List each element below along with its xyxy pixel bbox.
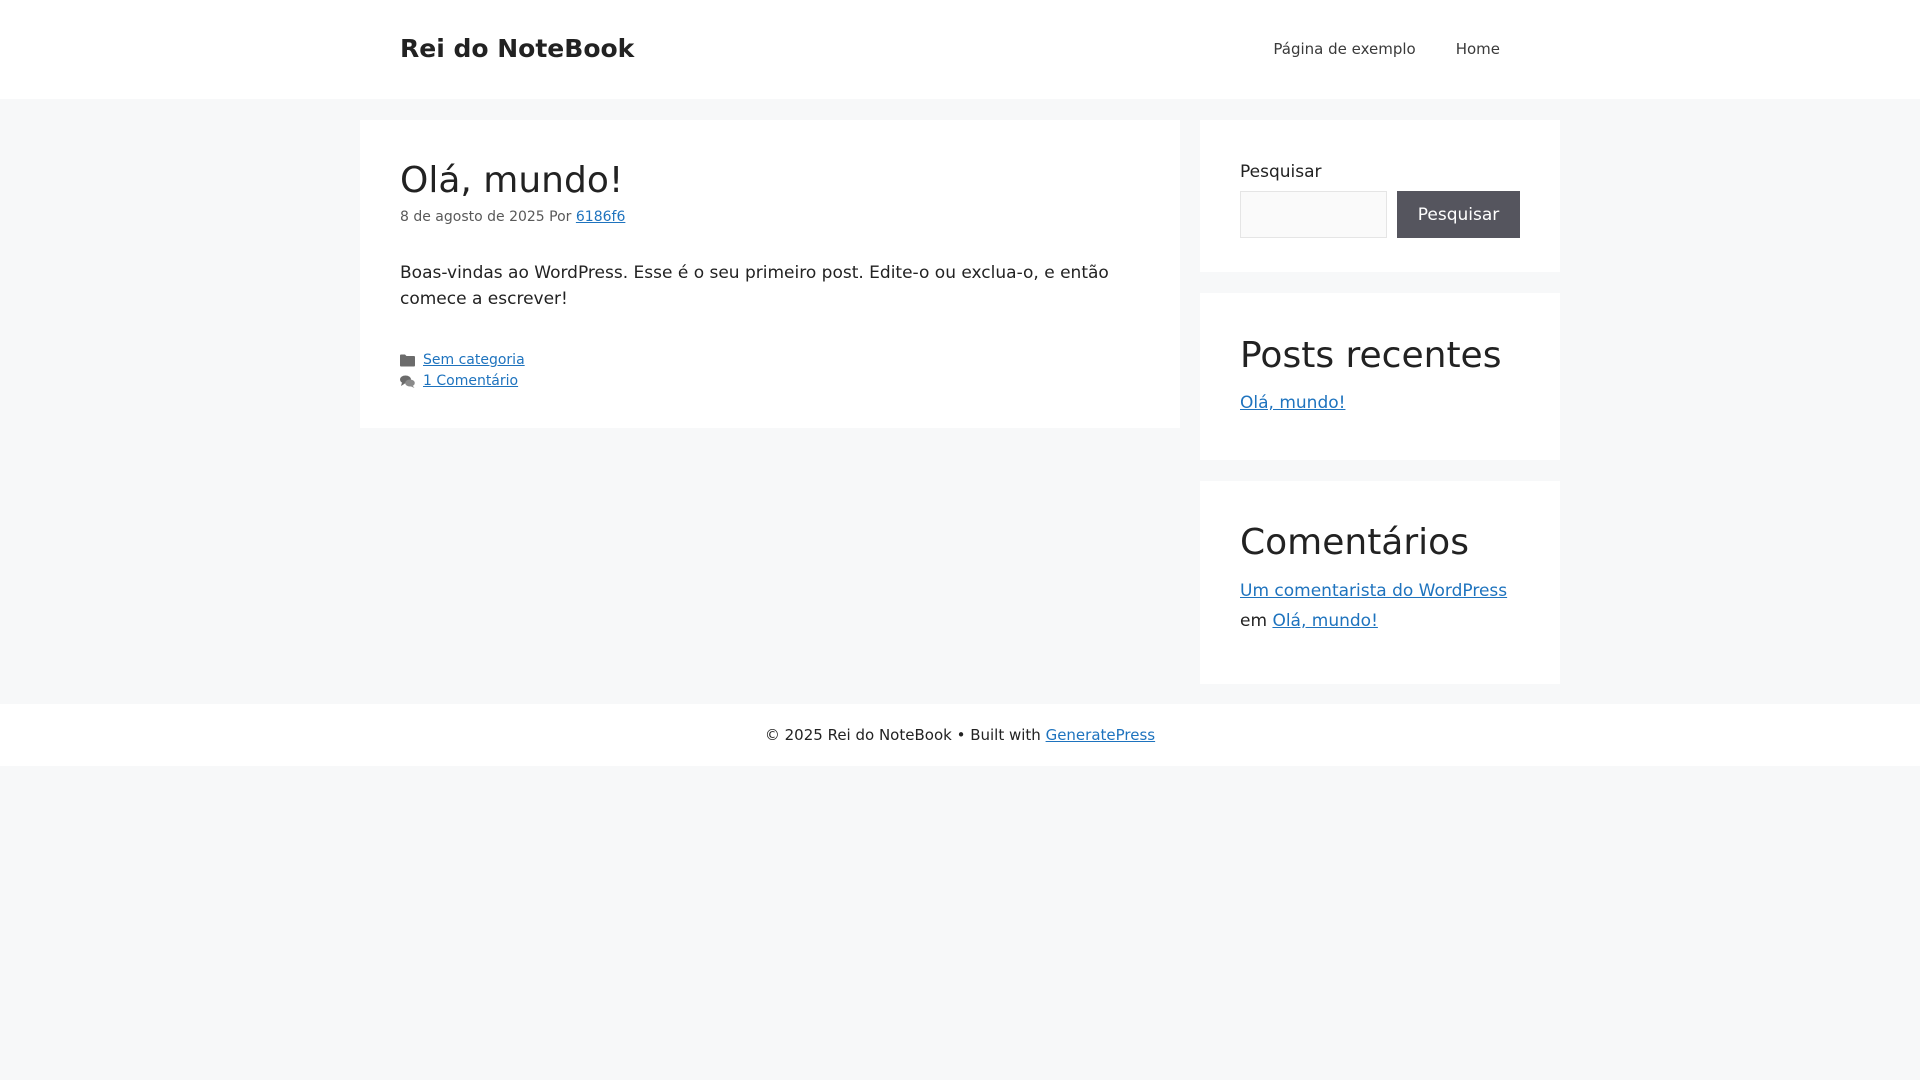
nav-item-home[interactable]: Home [1436, 0, 1520, 99]
post-title: Olá, mundo! [400, 160, 624, 201]
post-comments-row: 1 Comentário [400, 371, 1140, 392]
main-navigation: Página de exemplo Home [1253, 0, 1520, 99]
post-by-label: Por [549, 209, 572, 225]
recent-posts-widget: Posts recentes Olá, mundo! [1200, 293, 1560, 460]
nav-item-pagina-de-exemplo[interactable]: Página de exemplo [1253, 0, 1435, 99]
comment-author-link[interactable]: Um comentarista do WordPress [1240, 581, 1507, 601]
post-meta: 8 de agosto de 2025 Por 6186f6 [400, 207, 1140, 227]
comments-icon [400, 375, 415, 389]
post-category-row: Sem categoria [400, 350, 1140, 371]
search-input[interactable] [1240, 191, 1387, 238]
recent-comments-widget: Comentários Um comentarista do WordPress… [1200, 481, 1560, 684]
post-article: Olá, mundo! 8 de agosto de 2025 Por 6186… [360, 120, 1180, 428]
post-content: Boas-vindas ao WordPress. Esse é o seu p… [400, 263, 1109, 309]
search-label: Pesquisar [1240, 162, 1322, 182]
search-button[interactable]: Pesquisar [1397, 191, 1520, 238]
folder-icon [400, 354, 415, 368]
post-author-link[interactable]: 6186f6 [576, 209, 625, 225]
search-form: Pesquisar [1240, 191, 1520, 238]
footer-copyright: © 2025 Rei do NoteBook • Built with [764, 726, 1041, 744]
recent-post-link[interactable]: Olá, mundo! [1240, 391, 1345, 415]
footer-generatepress-link[interactable]: GeneratePress [1046, 726, 1156, 744]
post-comments-link[interactable]: 1 Comentário [423, 371, 518, 392]
comment-on-label: em [1240, 611, 1268, 631]
site-header: Rei do NoteBook Página de exemplo Home [0, 0, 1920, 99]
post-footer-meta: Sem categoria 1 Comentário [400, 350, 1140, 392]
recent-posts-title: Posts recentes [1240, 335, 1502, 376]
post-date: 8 de agosto de 2025 [400, 209, 545, 225]
recent-comments-title: Comentários [1240, 522, 1469, 563]
search-widget: Pesquisar Pesquisar [1200, 120, 1560, 272]
site-title[interactable]: Rei do NoteBook [400, 33, 634, 65]
comment-post-link[interactable]: Olá, mundo! [1272, 611, 1377, 631]
post-category-link[interactable]: Sem categoria [423, 350, 525, 371]
recent-comment-item: Um comentarista do WordPress em Olá, mun… [1240, 576, 1520, 636]
site-footer: © 2025 Rei do NoteBook • Built with Gene… [0, 704, 1920, 766]
